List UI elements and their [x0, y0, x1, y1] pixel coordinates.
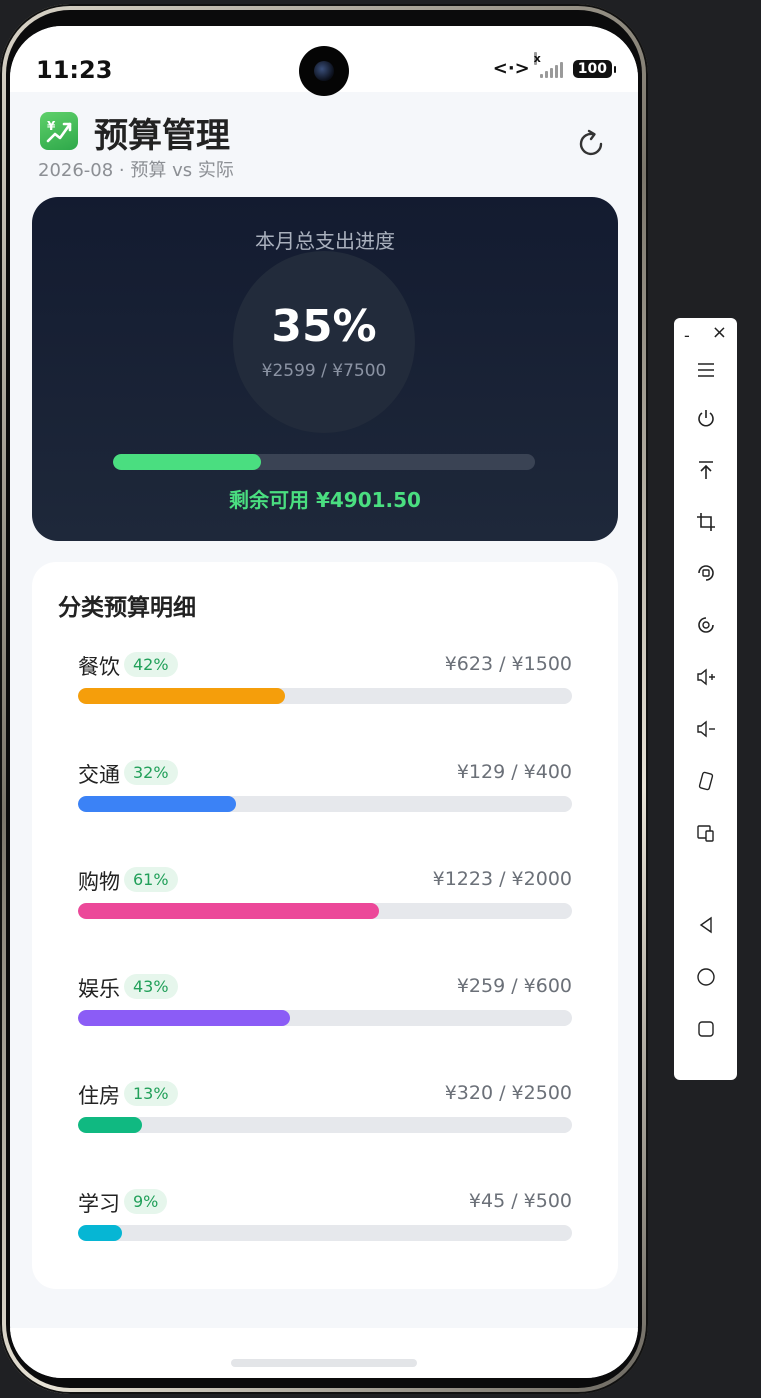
system-icons: <·> x 100	[492, 51, 617, 79]
category-percent-badge: 9%	[124, 1189, 168, 1214]
refresh-button[interactable]	[574, 126, 610, 162]
category-item-housing[interactable]: 住房 13% ¥320 / ¥2500	[78, 1080, 572, 1140]
total-progress-title: 本月总支出进度	[255, 229, 395, 253]
home-indicator[interactable]	[231, 1359, 417, 1367]
category-progress-fill	[78, 688, 286, 704]
phone-screen: 11:23 <·> x 100 ¥ 预算管理 2026-08 · 预算 vs 实…	[10, 26, 638, 1378]
screenshot-button[interactable]	[690, 609, 722, 641]
emulator-toolbar: - ×	[674, 318, 737, 1080]
category-percent-badge: 43%	[124, 974, 178, 999]
volume-down-button[interactable]	[690, 713, 722, 745]
total-progress-fill	[113, 454, 261, 470]
category-name: 交通	[78, 763, 120, 787]
total-percent: 35%	[271, 301, 377, 352]
category-progress-fill	[78, 1117, 143, 1133]
front-camera	[299, 46, 349, 96]
category-progress-bar	[78, 903, 572, 919]
category-amount: ¥1223 / ¥2000	[432, 868, 572, 890]
multi-device-icon	[697, 825, 714, 842]
category-name: 住房	[78, 1084, 120, 1108]
category-progress-bar	[78, 1010, 572, 1026]
category-percent-badge: 42%	[124, 652, 178, 677]
category-progress-fill	[78, 903, 380, 919]
no-service-mark: x	[533, 51, 541, 65]
crop-button[interactable]	[690, 506, 722, 538]
menu-icon	[698, 363, 714, 377]
volume-down-icon	[697, 720, 715, 738]
pin-top-button[interactable]	[690, 454, 722, 486]
category-amount: ¥320 / ¥2500	[444, 1082, 572, 1104]
category-section-title: 分类预算明细	[58, 595, 196, 621]
category-name: 餐饮	[78, 655, 120, 679]
total-progress-bar	[113, 454, 535, 470]
recents-button[interactable]	[690, 1013, 722, 1045]
category-item-shopping[interactable]: 购物 61% ¥1223 / ¥2000	[78, 866, 572, 926]
page-title: 预算管理	[94, 116, 230, 156]
volume-up-button[interactable]	[690, 661, 722, 693]
category-item-dining[interactable]: 餐饮 42% ¥623 / ¥1500	[78, 651, 572, 711]
power-button[interactable]	[690, 402, 722, 434]
svg-text:¥: ¥	[47, 119, 56, 133]
category-budget-card: 分类预算明细 餐饮 42% ¥623 / ¥1500 交通 32% ¥129 /…	[32, 562, 618, 1289]
category-amount: ¥45 / ¥500	[468, 1190, 572, 1212]
category-amount: ¥129 / ¥400	[456, 761, 572, 783]
battery-icon: 100	[572, 59, 617, 78]
category-progress-bar	[78, 688, 572, 704]
rotate-lock-button[interactable]	[690, 557, 722, 589]
rotate-icon	[698, 771, 714, 791]
menu-button[interactable]	[690, 354, 722, 386]
home-button[interactable]	[690, 961, 722, 993]
total-progress-ring: 35% ¥2599 / ¥7500	[233, 251, 415, 433]
back-button[interactable]	[690, 909, 722, 941]
home-icon	[697, 968, 715, 986]
refresh-icon	[579, 129, 603, 156]
rotate-lock-icon	[698, 565, 714, 581]
status-time: 11:23	[36, 56, 113, 84]
category-progress-bar	[78, 1117, 572, 1133]
category-percent-badge: 13%	[124, 1081, 178, 1106]
total-amount: ¥2599 / ¥7500	[261, 361, 387, 381]
hotspot-icon: <·>	[492, 58, 530, 79]
multi-device-button[interactable]	[690, 817, 722, 849]
app-header: ¥ 预算管理 2026-08 · 预算 vs 实际	[38, 108, 610, 188]
category-progress-bar	[78, 1225, 572, 1241]
rotate-button[interactable]	[690, 765, 722, 797]
volume-up-icon	[697, 668, 715, 686]
category-amount: ¥259 / ¥600	[456, 975, 572, 997]
category-progress-bar	[78, 796, 572, 812]
category-amount: ¥623 / ¥1500	[444, 653, 572, 675]
pin-top-icon	[699, 461, 713, 479]
chart-up-icon: ¥	[40, 112, 78, 150]
bottom-area	[10, 1328, 638, 1378]
category-progress-fill	[78, 1225, 123, 1241]
category-name: 学习	[78, 1192, 120, 1216]
signal-icon: x	[533, 51, 563, 78]
category-name: 购物	[78, 870, 120, 894]
category-progress-fill	[78, 796, 237, 812]
power-icon	[698, 410, 714, 427]
remaining-budget: 剩余可用 ¥4901.50	[229, 488, 421, 512]
close-button[interactable]: ×	[712, 322, 727, 343]
recents-icon	[698, 1021, 714, 1037]
category-percent-badge: 32%	[124, 760, 178, 785]
category-progress-fill	[78, 1010, 291, 1026]
total-progress-card: 本月总支出进度 35% ¥2599 / ¥7500 剩余可用 ¥4901.50	[32, 197, 618, 541]
minimize-button[interactable]: -	[684, 326, 690, 345]
back-icon	[699, 916, 712, 934]
category-percent-badge: 61%	[124, 867, 178, 892]
category-name: 娱乐	[78, 977, 120, 1001]
category-item-study[interactable]: 学习 9% ¥45 / ¥500	[78, 1188, 572, 1248]
toolbar-header: - ×	[674, 318, 737, 348]
screenshot-icon	[698, 617, 714, 633]
status-bar: 11:23 <·> x 100	[10, 26, 638, 96]
page-subtitle: 2026-08 · 预算 vs 实际	[38, 160, 234, 181]
crop-icon	[697, 513, 715, 531]
category-item-entertainment[interactable]: 娱乐 43% ¥259 / ¥600	[78, 973, 572, 1033]
category-item-transport[interactable]: 交通 32% ¥129 / ¥400	[78, 759, 572, 819]
